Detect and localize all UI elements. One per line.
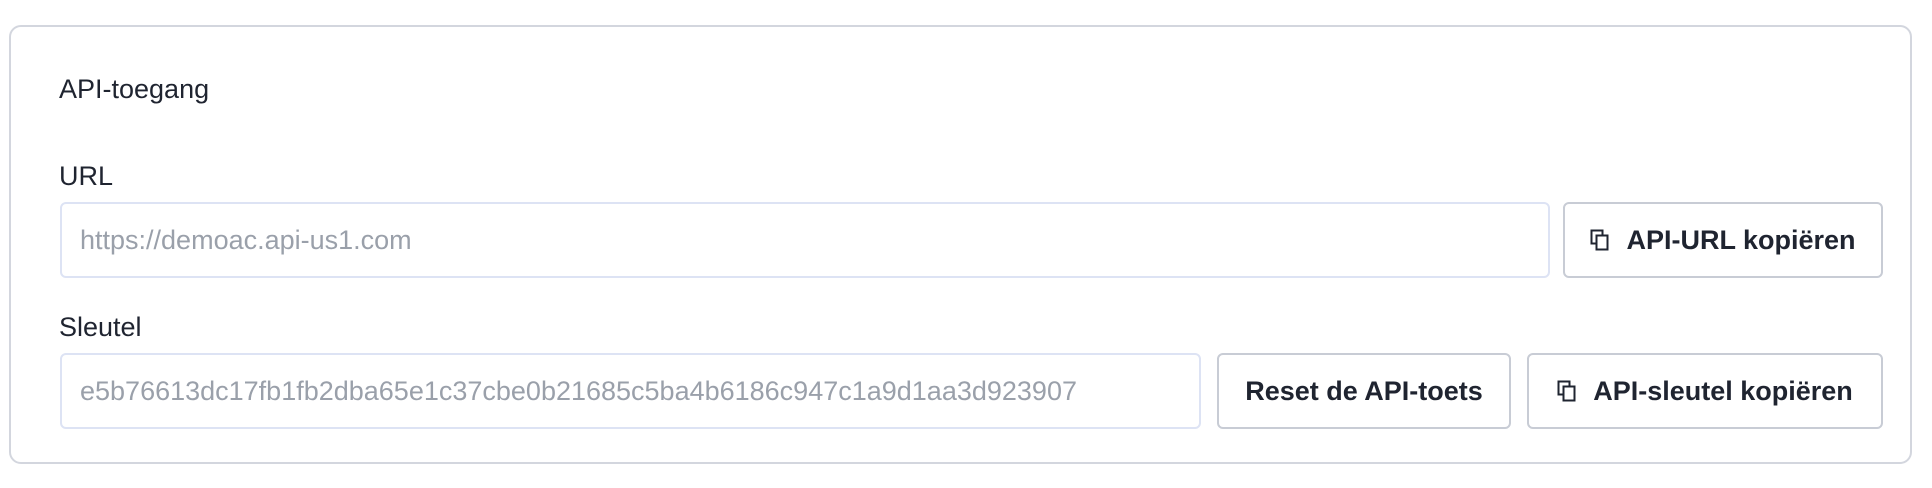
section-title: API-toegang — [59, 74, 210, 104]
copy-icon — [1590, 229, 1610, 251]
reset-api-key-label: Reset de API-toets — [1245, 375, 1483, 406]
api-key-value: e5b76613dc17fb1fb2dba65e1c37cbe0b21685c5… — [80, 375, 1077, 406]
copy-api-url-label: API-URL kopiëren — [1626, 224, 1856, 255]
copy-api-key-label: API-sleutel kopiëren — [1593, 375, 1853, 406]
copy-api-key-button[interactable]: API-sleutel kopiëren — [1527, 353, 1883, 429]
copy-icon — [1557, 380, 1577, 402]
key-label: Sleutel — [59, 312, 142, 342]
reset-api-key-button[interactable]: Reset de API-toets — [1217, 353, 1511, 429]
copy-api-url-button[interactable]: API-URL kopiëren — [1563, 202, 1883, 278]
url-label: URL — [59, 161, 114, 191]
api-access-card: API-toegang URL https://demoac.api-us1.c… — [9, 25, 1912, 464]
url-placeholder: https://demoac.api-us1.com — [80, 224, 412, 255]
url-field[interactable]: https://demoac.api-us1.com — [60, 202, 1550, 278]
api-key-field[interactable]: e5b76613dc17fb1fb2dba65e1c37cbe0b21685c5… — [60, 353, 1201, 429]
